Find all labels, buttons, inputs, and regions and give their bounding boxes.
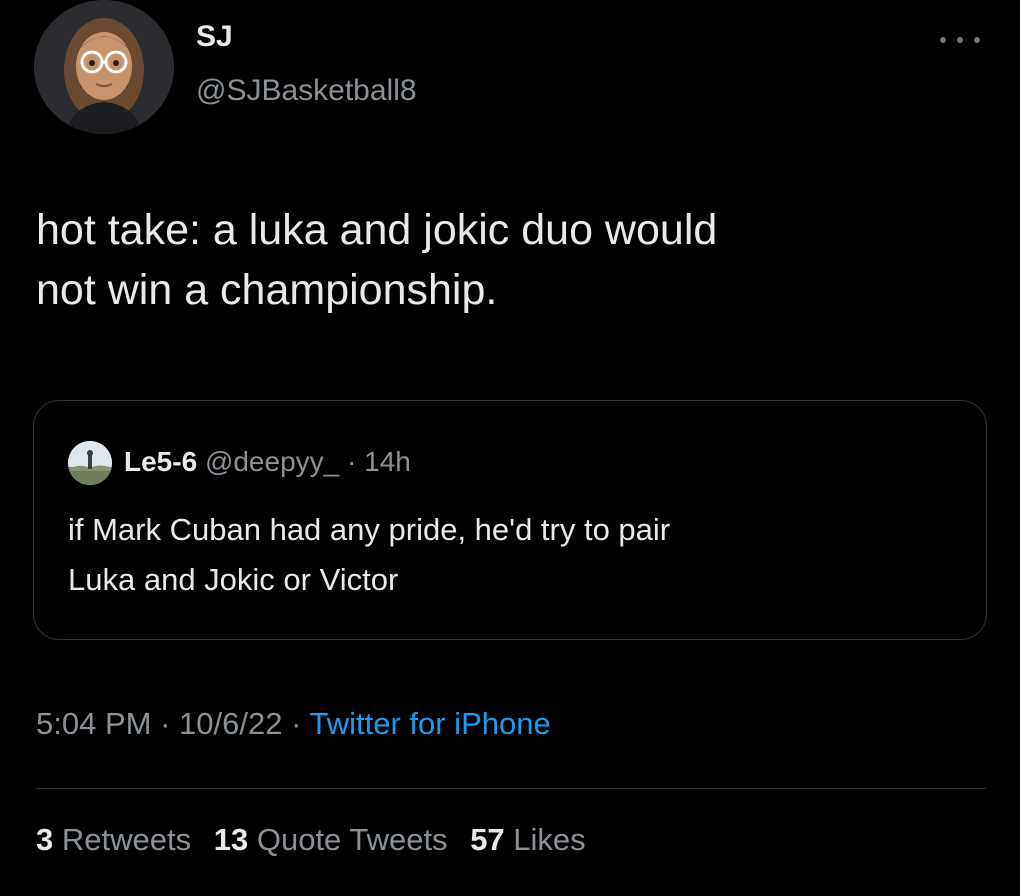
tweet-stats: 3 Retweets 13 Quote Tweets 57 Likes bbox=[36, 822, 600, 858]
quoted-author-name[interactable]: Le5-6 bbox=[124, 446, 197, 477]
tweet-text-line: not win a championship. bbox=[36, 266, 498, 314]
separator-dot: · bbox=[291, 706, 302, 741]
separator-dot: · bbox=[160, 706, 171, 741]
quote-tweets-stat[interactable]: 13 Quote Tweets bbox=[214, 822, 448, 857]
tweet-source-link[interactable]: Twitter for iPhone bbox=[309, 706, 550, 741]
memoji-avatar-icon bbox=[34, 0, 174, 134]
quoted-tweet-time[interactable]: 14h bbox=[364, 446, 411, 477]
landscape-photo-avatar-icon bbox=[68, 441, 112, 485]
dot-icon bbox=[957, 37, 963, 43]
quoted-tweet-text-line: if Mark Cuban had any pride, he'd try to… bbox=[68, 512, 671, 547]
author-avatar[interactable] bbox=[34, 0, 174, 134]
tweet-text-line: hot take: a luka and jokic duo would bbox=[36, 206, 718, 254]
tweet-text: hot take: a luka and jokic duo would not… bbox=[36, 200, 986, 320]
quoted-author-handle[interactable]: @deepyy_ bbox=[205, 446, 339, 477]
more-options-icon[interactable] bbox=[940, 30, 980, 50]
author-display-name[interactable]: SJ bbox=[196, 20, 233, 54]
retweets-label: Retweets bbox=[61, 822, 192, 857]
quoted-author-avatar[interactable] bbox=[68, 441, 112, 485]
quote-tweets-count: 13 bbox=[213, 822, 249, 857]
divider bbox=[36, 788, 986, 789]
tweet-date[interactable]: 10/6/22 bbox=[179, 706, 282, 741]
tweet-time[interactable]: 5:04 PM bbox=[36, 706, 151, 741]
quoted-tweet-text: if Mark Cuban had any pride, he'd try to… bbox=[68, 505, 948, 605]
separator-dot: · bbox=[347, 446, 357, 477]
dot-icon bbox=[940, 37, 946, 43]
likes-stat[interactable]: 57 Likes bbox=[470, 822, 585, 857]
retweets-stat[interactable]: 3 Retweets bbox=[36, 822, 191, 857]
likes-count: 57 bbox=[470, 822, 505, 857]
retweets-count: 3 bbox=[36, 822, 54, 857]
quoted-tweet-card[interactable]: Le5-6 @deepyy_ · 14h if Mark Cuban had a… bbox=[33, 400, 987, 640]
author-handle[interactable]: @SJBasketball8 bbox=[196, 74, 417, 108]
quoted-tweet-header: Le5-6 @deepyy_ · 14h bbox=[124, 446, 411, 478]
quote-tweets-label: Quote Tweets bbox=[256, 822, 448, 857]
tweet-meta: 5:04 PM · 10/6/22 · Twitter for iPhone bbox=[36, 706, 551, 742]
quoted-tweet-text-line: Luka and Jokic or Victor bbox=[68, 562, 399, 597]
likes-label: Likes bbox=[513, 822, 586, 857]
dot-icon bbox=[974, 37, 980, 43]
